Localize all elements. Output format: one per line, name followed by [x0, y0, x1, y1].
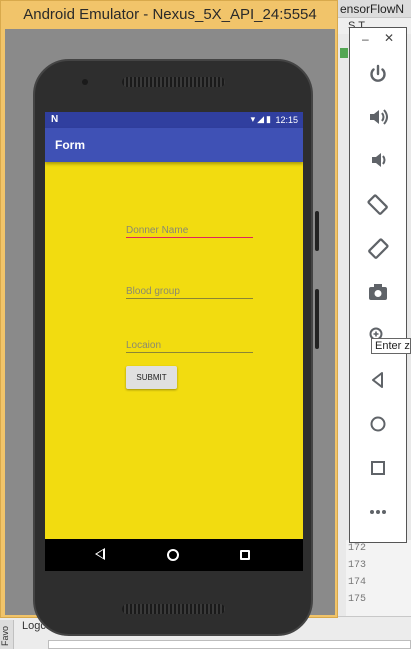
- notification-n-icon: N: [51, 114, 59, 125]
- volume-rocker: [315, 211, 319, 251]
- close-icon[interactable]: ✕: [384, 31, 394, 45]
- power-side-button: [315, 289, 319, 349]
- nav-recents-icon[interactable]: [240, 550, 250, 560]
- logcat-filter-input[interactable]: [48, 640, 411, 649]
- blood-group-field[interactable]: [126, 281, 253, 300]
- favorites-tab-label: 2: Favo: [0, 625, 10, 649]
- minimize-icon[interactable]: –: [362, 32, 369, 46]
- emulator-window-title: Android Emulator - Nexus_5X_API_24:5554: [23, 6, 317, 23]
- power-icon[interactable]: [365, 63, 391, 89]
- controls-titlebar: – ✕: [350, 28, 406, 54]
- top-speaker: [122, 77, 225, 87]
- status-time: 12:15: [275, 115, 298, 125]
- status-bar: N ▾◢▮ 12:15: [45, 112, 303, 128]
- zoom-tooltip: Enter z: [371, 338, 411, 354]
- wifi-signal-battery-icons: ▾◢▮: [250, 114, 273, 124]
- location-input[interactable]: [126, 337, 253, 354]
- bottom-speaker: [122, 604, 225, 614]
- front-camera-icon: [82, 79, 88, 85]
- line-number: 175: [348, 594, 367, 605]
- ide-favorites-tab[interactable]: 2: Favo: [0, 620, 14, 649]
- volume-up-icon[interactable]: [365, 106, 391, 132]
- emulator-controls: – ✕: [349, 27, 407, 543]
- nav-back-icon[interactable]: [95, 548, 105, 560]
- app-bar: Form: [45, 128, 303, 162]
- rotate-right-icon[interactable]: [365, 237, 391, 263]
- overview-icon[interactable]: [365, 457, 391, 483]
- phone-frame: N ▾◢▮ 12:15 Form SUBMIT: [33, 59, 319, 636]
- line-number: 173: [348, 560, 367, 571]
- more-icon[interactable]: [365, 501, 391, 527]
- emulator-canvas: N ▾◢▮ 12:15 Form SUBMIT: [5, 29, 335, 636]
- back-icon[interactable]: [365, 369, 391, 395]
- ide-line-numbers: 172 173 174 175: [346, 540, 411, 620]
- ide-green-marker: [340, 48, 348, 58]
- submit-button[interactable]: SUBMIT: [126, 366, 177, 389]
- app-title: Form: [55, 138, 85, 152]
- location-field[interactable]: [126, 335, 253, 354]
- ide-editor-tab[interactable]: ensorFlowN: [338, 0, 411, 18]
- blood-group-input[interactable]: [126, 283, 253, 300]
- volume-down-icon[interactable]: [365, 149, 391, 175]
- emulator-window: Android Emulator - Nexus_5X_API_24:5554 …: [0, 0, 338, 636]
- donor-name-input[interactable]: [126, 222, 253, 239]
- camera-icon[interactable]: [365, 281, 391, 307]
- nav-bar: [45, 539, 303, 571]
- nav-home-icon[interactable]: [167, 549, 179, 561]
- line-number: 174: [348, 577, 367, 588]
- donor-name-field[interactable]: [126, 220, 253, 239]
- rotate-left-icon[interactable]: [365, 193, 391, 219]
- home-icon[interactable]: [365, 413, 391, 439]
- device-screen: N ▾◢▮ 12:15 Form SUBMIT: [45, 112, 303, 570]
